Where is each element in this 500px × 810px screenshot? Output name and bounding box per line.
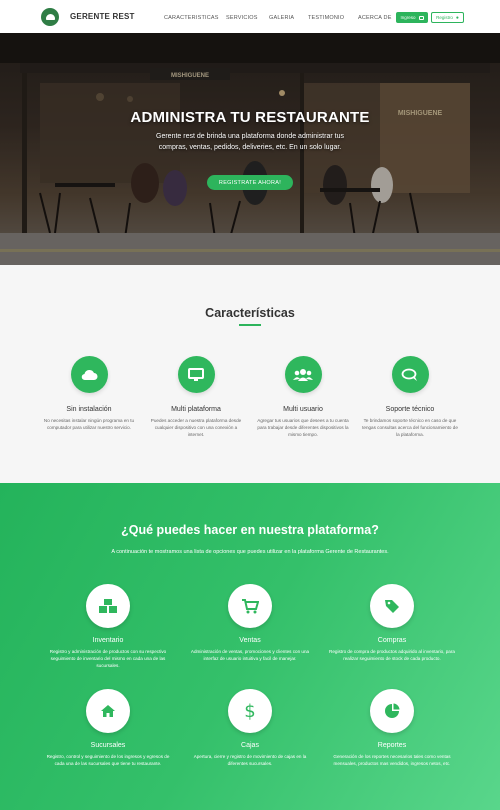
feature-description: Te brindamos soporte técnico en caso de …: [362, 418, 458, 437]
feature-title: Soporte técnico: [385, 406, 435, 413]
feature-title: Multi usuario: [283, 406, 323, 413]
feature-sin-instalacion: Sin instalación No necesitas instalar ni…: [37, 356, 141, 431]
platform-subtitle: A continuación te mostramos una lista de…: [111, 549, 389, 555]
service-compras: Compras Registro de compra de productos …: [327, 584, 457, 662]
cart-icon: [228, 584, 272, 628]
title-underline: [239, 324, 261, 326]
feature-description: Agregar tus usuarios que desees a tu cue…: [257, 418, 349, 437]
feature-multi-plataforma: Multi plataforma Puedes acceder a nuestr…: [144, 356, 248, 438]
login-label: Ingreso: [400, 15, 416, 20]
boxes-icon: [86, 584, 130, 628]
service-description: Registro, control y seguimiento de los i…: [46, 754, 170, 766]
feature-description: Puedes acceder a nuestra plataforma desd…: [150, 418, 242, 437]
service-reportes: Reportes Generación de los reportes nece…: [327, 689, 457, 767]
service-title: Cajas: [241, 742, 259, 749]
register-now-button[interactable]: REGISTRATE AHORA!: [207, 175, 293, 190]
register-label: Registro: [436, 15, 453, 20]
platform-section: ¿Qué puedes hacer en nuestra plataforma?…: [0, 483, 500, 810]
service-description: Apertura, cierre y registro de movimient…: [193, 754, 307, 766]
pie-chart-icon: [370, 689, 414, 733]
hero-subtitle: Gerente rest de brinda una plataforma do…: [156, 133, 344, 151]
service-description: Generación de los reportes necesarios ta…: [333, 754, 451, 766]
service-description: Registro y administración de productos c…: [49, 649, 167, 668]
feature-description: No necesitas instalar ningún programa en…: [43, 418, 135, 430]
features-section: Características Sin instalación No neces…: [0, 265, 500, 483]
features-title: Características: [205, 306, 295, 320]
service-title: Ventas: [239, 637, 261, 644]
cloud-icon: [70, 356, 108, 393]
platform-title: ¿Qué puedes hacer en nuestra plataforma?: [121, 523, 379, 537]
navbar: GERENTE REST CARACTERISTICAS SERVICIOS G…: [0, 0, 500, 33]
service-cajas: $ Cajas Apertura, cierre y registro de m…: [185, 689, 315, 767]
user-plus-icon: ●: [455, 14, 459, 21]
sign-in-icon: [418, 15, 424, 20]
feature-title: Sin instalación: [66, 406, 112, 413]
service-title: Compras: [377, 637, 407, 644]
service-description: Administración de ventas, promociones y …: [190, 649, 310, 661]
nav-item-testimonio[interactable]: TESTIMONIO: [308, 15, 344, 21]
home-icon: [86, 689, 130, 733]
tag-icon: [370, 584, 414, 628]
nav-item-acerca-de[interactable]: ACERCA DE: [358, 15, 392, 21]
register-button[interactable]: Registro ●: [431, 12, 464, 23]
hero-section: MISHIGUENE MISHIGUENE ADMINISTRA TU REST…: [0, 33, 500, 265]
service-title: Inventario: [92, 637, 124, 644]
dollar-icon: $: [228, 689, 272, 733]
feature-soporte-tecnico: Soporte técnico Te brindamos soporte téc…: [358, 356, 462, 438]
nav-item-servicios[interactable]: SERVICIOS: [226, 15, 258, 21]
monitor-icon: [177, 356, 215, 393]
service-title: Reportes: [377, 742, 407, 749]
service-description: Registro de compra de productos adquirid…: [329, 649, 455, 661]
nav-item-galeria[interactable]: GALERIA: [269, 15, 294, 21]
nav-item-caracteristicas[interactable]: CARACTERISTICAS: [164, 15, 219, 21]
service-title: Sucursales: [90, 742, 126, 749]
service-inventario: Inventario Registro y administración de …: [43, 584, 173, 669]
service-ventas: Ventas Administración de ventas, promoci…: [185, 584, 315, 662]
users-icon: [284, 356, 322, 393]
hero-title: ADMINISTRA TU RESTAURANTE: [130, 109, 370, 126]
feature-title: Multi plataforma: [171, 406, 221, 413]
login-button[interactable]: Ingreso: [396, 12, 428, 23]
service-sucursales: Sucursales Registro, control y seguimien…: [43, 689, 173, 767]
chat-icon: [391, 356, 429, 393]
feature-multi-usuario: Multi usuario Agregar tus usuarios que d…: [251, 356, 355, 438]
